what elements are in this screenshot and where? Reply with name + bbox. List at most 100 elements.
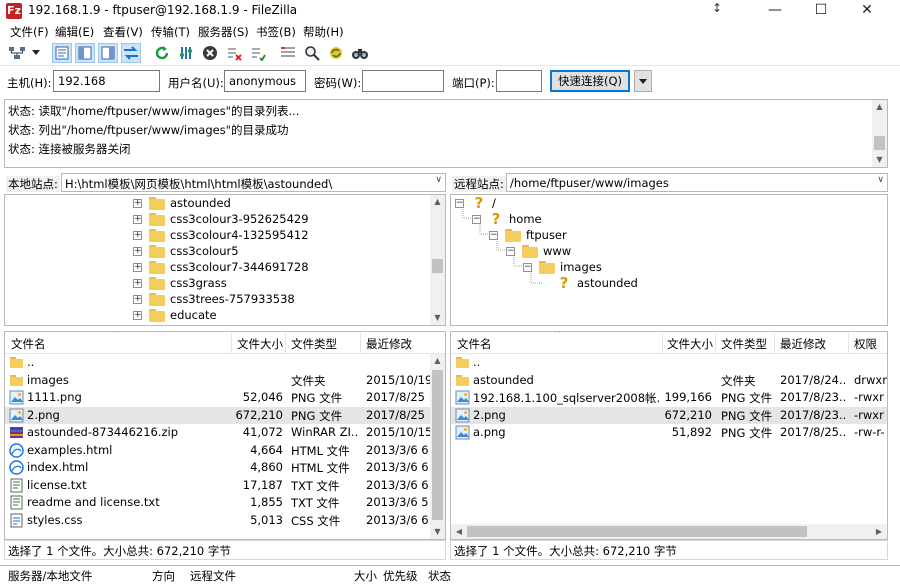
- column-modified[interactable]: 最近修改: [366, 336, 412, 352]
- table-row[interactable]: a.png 51,892 PNG 文件 2017/8/25... -rw-r-: [451, 424, 887, 441]
- quickconnect-button[interactable]: 快速连接(Q): [550, 70, 630, 92]
- scroll-down-icon[interactable]: ▼: [430, 527, 445, 536]
- collapse-icon[interactable]: −: [455, 198, 464, 208]
- expand-icon[interactable]: +: [133, 198, 142, 208]
- column-name[interactable]: 文件名: [11, 336, 46, 352]
- tree-item[interactable]: + css3trees-757933538: [133, 291, 295, 307]
- quickconnect-history-dropdown[interactable]: [634, 70, 652, 92]
- sync-browse-icon[interactable]: [326, 43, 346, 63]
- column-name[interactable]: 文件名: [457, 336, 492, 352]
- table-row[interactable]: 192.168.1.100_sqlserver2008帐... 199,166 PN…: [451, 389, 887, 406]
- collapse-icon[interactable]: −: [523, 262, 532, 272]
- toggle-queue-icon[interactable]: [121, 43, 141, 63]
- table-row[interactable]: index.html 4,860 HTML 文件 2013/3/6 6:0: [5, 459, 445, 476]
- scroll-down-icon[interactable]: ▼: [872, 155, 887, 164]
- tree-item[interactable]: + css3colour4-132595412: [133, 227, 309, 243]
- tree-item[interactable]: −? home: [472, 211, 542, 227]
- column-type[interactable]: 文件类型: [721, 336, 767, 352]
- cancel-icon[interactable]: [200, 43, 220, 63]
- tree-item[interactable]: + educate: [133, 307, 217, 323]
- menu-file[interactable]: 文件(F): [10, 24, 49, 40]
- site-manager-icon[interactable]: [6, 43, 28, 63]
- tree-item[interactable]: − images: [523, 259, 602, 275]
- port-input[interactable]: [496, 70, 542, 92]
- table-row[interactable]: astounded 文件夹 2017/8/24... drwxr: [451, 372, 887, 389]
- tree-item[interactable]: + css3colour5: [133, 243, 239, 259]
- disconnect-icon[interactable]: [224, 43, 244, 63]
- maximize-button[interactable]: ☐: [798, 0, 844, 22]
- scroll-up-icon[interactable]: ▲: [872, 102, 887, 111]
- toggle-remote-tree-icon[interactable]: [98, 43, 118, 63]
- minimize-button[interactable]: —: [752, 0, 798, 22]
- tree-item[interactable]: −? /: [455, 195, 496, 211]
- local-list-scrollbar[interactable]: ▲ ▼: [430, 354, 445, 539]
- log-scroll-thumb[interactable]: [874, 136, 885, 150]
- expand-icon[interactable]: +: [133, 246, 142, 256]
- toggle-log-icon[interactable]: [52, 43, 72, 63]
- table-row[interactable]: 1111.png 52,046 PNG 文件 2017/8/25 1: [5, 389, 445, 406]
- scroll-right-icon[interactable]: ▶: [661, 527, 887, 536]
- menu-edit[interactable]: 编辑(E): [55, 24, 94, 40]
- chevron-down-icon[interactable]: ∨: [877, 175, 884, 185]
- tree-item[interactable]: − www: [506, 243, 571, 259]
- column-modified[interactable]: 最近修改: [780, 336, 826, 352]
- scroll-up-icon[interactable]: ▲: [430, 197, 445, 206]
- expand-icon[interactable]: +: [133, 278, 142, 288]
- username-input[interactable]: [224, 70, 306, 92]
- reconnect-icon[interactable]: [248, 43, 268, 63]
- toggle-local-tree-icon[interactable]: [75, 43, 95, 63]
- menu-view[interactable]: 查看(V): [103, 24, 143, 40]
- scroll-down-icon[interactable]: ▼: [430, 313, 445, 322]
- collapse-icon[interactable]: −: [489, 230, 498, 240]
- expand-icon[interactable]: +: [133, 310, 142, 320]
- table-row[interactable]: examples.html 4,664 HTML 文件 2013/3/6 6:0: [5, 442, 445, 459]
- tree-item[interactable]: + astounded: [133, 195, 231, 211]
- scroll-up-icon[interactable]: ▲: [430, 356, 445, 365]
- chevron-down-icon[interactable]: ∨: [435, 175, 442, 185]
- menu-transfer[interactable]: 传输(T): [151, 24, 190, 40]
- local-tree-scroll-thumb[interactable]: [432, 259, 443, 273]
- local-directory-tree[interactable]: + astounded + css3colour3-952625429 + css3c…: [4, 194, 446, 326]
- table-row[interactable]: styles.css 5,013 CSS 文件 2013/3/6 6:0: [5, 512, 445, 529]
- tree-item[interactable]: + css3colour7-344691728: [133, 259, 309, 275]
- tree-item[interactable]: + css3colour3-952625429: [133, 211, 309, 227]
- expand-icon[interactable]: +: [133, 262, 142, 272]
- table-row[interactable]: readme and license.txt 1,855 TXT 文件 2013/3/…: [5, 494, 445, 511]
- compare-icon[interactable]: [350, 43, 370, 63]
- collapse-icon[interactable]: −: [506, 246, 515, 256]
- tree-item[interactable]: + css3grass: [133, 275, 227, 291]
- refresh-icon[interactable]: [152, 43, 172, 63]
- local-list-scroll-thumb[interactable]: [432, 370, 443, 520]
- table-row[interactable]: 2.png 672,210 PNG 文件 2017/8/25 1: [5, 406, 445, 424]
- directory-listing-filter-icon[interactable]: [278, 43, 298, 63]
- menu-server[interactable]: 服务器(S): [198, 24, 249, 40]
- local-file-list[interactable]: ^ 文件名 文件大小 文件类型 最近修改 .. images 文件夹 2015/10/…: [4, 331, 446, 540]
- tree-item[interactable]: − ftpuser: [489, 227, 567, 243]
- table-row[interactable]: ..: [5, 354, 445, 371]
- table-row[interactable]: images 文件夹 2015/10/19: [5, 372, 445, 389]
- table-row[interactable]: ..: [451, 354, 887, 371]
- expand-icon[interactable]: +: [133, 294, 142, 304]
- column-size[interactable]: 文件大小: [667, 336, 713, 352]
- remote-path-input[interactable]: /home/ftpuser/www/images ∨: [506, 173, 888, 192]
- table-row[interactable]: astounded-873446216.zip 41,072 WinRAR ZI..…: [5, 424, 445, 441]
- close-button[interactable]: ✕: [844, 0, 890, 22]
- message-log[interactable]: 状态: 读取"/home/ftpuser/www/images"的目录列表...…: [4, 99, 888, 168]
- search-icon[interactable]: [302, 43, 322, 63]
- column-size[interactable]: 文件大小: [237, 336, 283, 352]
- table-row[interactable]: license.txt 17,187 TXT 文件 2013/3/6 6:0: [5, 477, 445, 494]
- local-path-input[interactable]: H:\html模板\网页模板\html\html模板\astounded\ ∨: [61, 173, 446, 192]
- table-row[interactable]: 2.png 672,210 PNG 文件 2017/8/23... -rwxr: [451, 406, 887, 424]
- dropdown-arrow-icon[interactable]: [30, 43, 42, 63]
- log-scrollbar[interactable]: ▲ ▼: [872, 100, 887, 167]
- remote-file-list[interactable]: ^ 文件名 文件大小 文件类型 最近修改 权限 .. astounded 文件夹 20…: [450, 331, 888, 540]
- local-tree-scrollbar[interactable]: ▲ ▼: [430, 195, 445, 325]
- remote-directory-tree[interactable]: −? / −? home − ftpuser − www − images ? astoun…: [450, 194, 888, 326]
- menu-help[interactable]: 帮助(H): [303, 24, 344, 40]
- process-queue-icon[interactable]: [176, 43, 196, 63]
- column-type[interactable]: 文件类型: [291, 336, 337, 352]
- tree-item[interactable]: ? astounded: [556, 275, 638, 291]
- remote-list-hscrollbar[interactable]: ◀ ▶: [451, 524, 887, 539]
- collapse-icon[interactable]: −: [472, 214, 481, 224]
- menu-bookmarks[interactable]: 书签(B): [256, 24, 296, 40]
